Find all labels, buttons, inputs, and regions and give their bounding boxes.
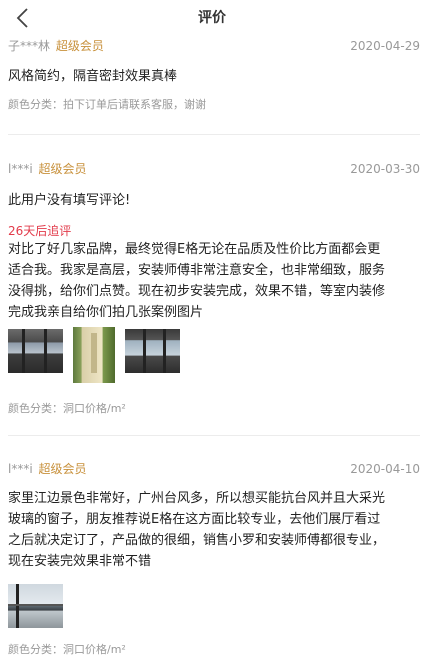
- review-date: 2020-04-29: [350, 39, 420, 53]
- followup-label: 26天后追评: [8, 224, 72, 238]
- member-badge: 超级会员: [55, 39, 104, 53]
- followup-line: 适合我。我家是高层，安装师傅非常注意安全，也非常细致，服务: [8, 263, 386, 278]
- page-title: 评价: [198, 10, 226, 26]
- review-content: 此用户没有填写评论!: [8, 193, 131, 208]
- divider: [8, 435, 420, 436]
- review-username: 子***林: [8, 39, 51, 53]
- review-date: 2020-03-30: [350, 162, 420, 176]
- followup-content: 对比了好几家品牌，最终觉得E格无论在品质及性价比方面都会更 适合我。我家是高层，…: [8, 239, 420, 323]
- followup-line: 完成我亲自给你们拍几张案例图片: [8, 305, 204, 320]
- review-line: 家里江边景色非常好，广州台风多，所以想买能抗台风并且大采光: [8, 491, 386, 506]
- review-photo[interactable]: [8, 584, 63, 628]
- review-date: 2020-04-10: [350, 462, 420, 476]
- member-badge: 超级会员: [38, 162, 87, 176]
- review-header: l***i 超级会员 2020-04-10: [8, 461, 420, 477]
- header-bar: 评价: [0, 0, 424, 36]
- review-item: 子***林 超级会员 2020-04-29 风格简约，隔音密封效果真棒 颜色分类…: [8, 38, 420, 113]
- color-category: 颜色分类：洞口价格/m²: [8, 643, 126, 656]
- review-content: 家里江边景色非常好，广州台风多，所以想买能抗台风并且大采光 玻璃的窗子，朋友推荐…: [8, 488, 420, 572]
- review-photo[interactable]: [125, 329, 180, 373]
- divider: [8, 134, 420, 135]
- followup-line: 对比了好几家品牌，最终觉得E格无论在品质及性价比方面都会更: [8, 242, 381, 257]
- review-item: l***i 超级会员 2020-03-30 此用户没有填写评论! 26天后追评 …: [8, 161, 420, 417]
- color-category: 颜色分类：拍下订单后请联系客服，谢谢: [8, 98, 206, 111]
- review-photos: [8, 327, 420, 383]
- review-line: 玻璃的窗子，朋友推荐说E格在这方面比较专业，去他们展厅看过: [8, 512, 381, 527]
- color-category: 颜色分类：洞口价格/m²: [8, 402, 126, 415]
- review-username: l***i: [8, 162, 33, 176]
- review-line: 现在安装完效果非常不错: [8, 554, 152, 569]
- review-content: 风格简约，隔音密封效果真棒: [8, 69, 178, 84]
- member-badge: 超级会员: [38, 462, 87, 476]
- review-photo[interactable]: [73, 327, 115, 383]
- review-header: l***i 超级会员 2020-03-30: [8, 161, 420, 177]
- review-header: 子***林 超级会员 2020-04-29: [8, 38, 420, 54]
- review-photo[interactable]: [8, 329, 63, 373]
- review-line: 之后就决定订了，产品做的很细，销售小罗和安装师傅都很专业，: [8, 533, 386, 548]
- review-photos: [8, 584, 420, 628]
- review-username: l***i: [8, 462, 33, 476]
- review-item: l***i 超级会员 2020-04-10 家里江边景色非常好，广州台风多，所以…: [8, 461, 420, 658]
- followup-line: 没得挑，给你们点赞。现在初步安装完成，效果不错，等室内装修: [8, 284, 386, 299]
